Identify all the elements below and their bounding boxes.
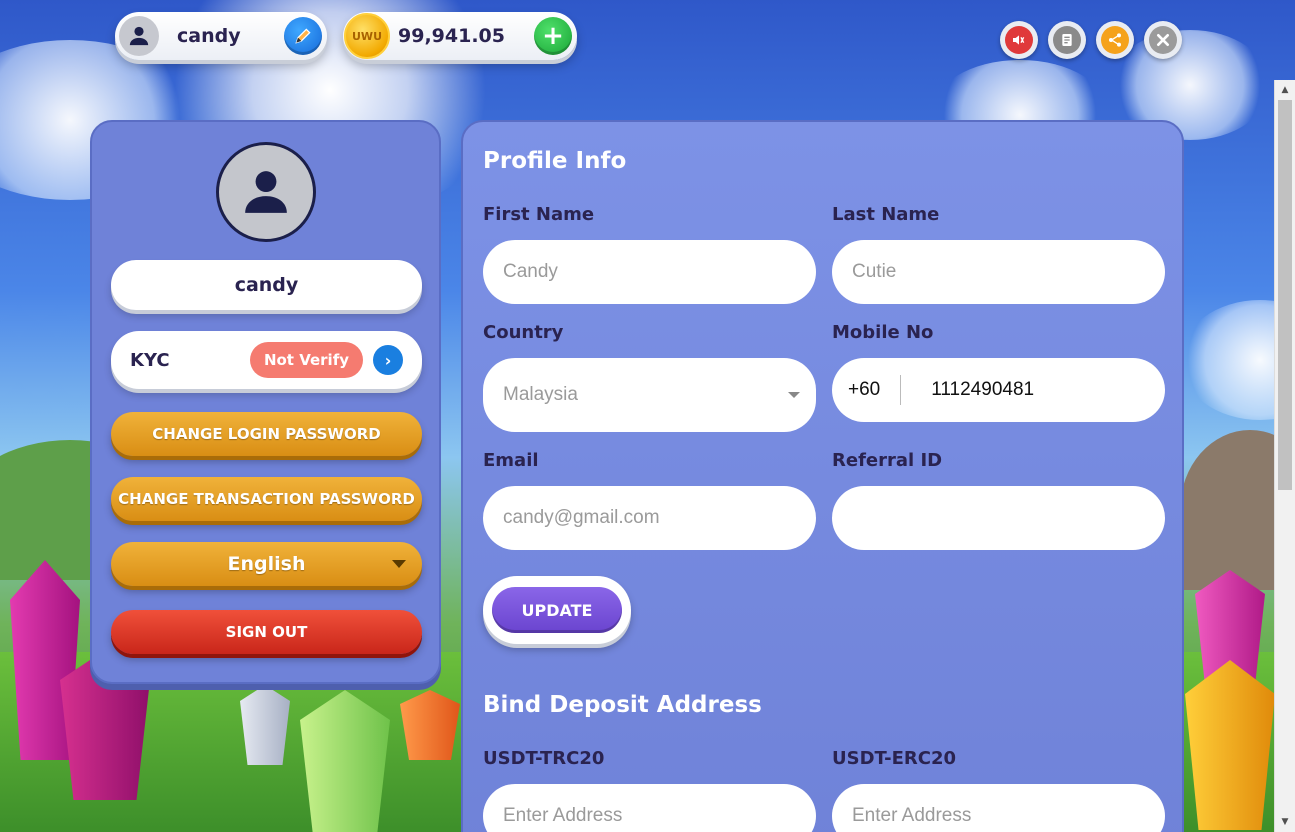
- first-name-label: First Name: [483, 204, 595, 225]
- scroll-up-icon[interactable]: ▲: [1275, 82, 1295, 98]
- trc20-label: USDT-TRC20: [483, 748, 605, 769]
- crystal: [300, 690, 390, 832]
- last-name-placeholder: Cutie: [852, 261, 897, 282]
- mobile-label: Mobile No: [832, 322, 934, 343]
- balance-amount: 99,941.05: [398, 25, 505, 47]
- language-value: English: [227, 553, 306, 575]
- kyc-row[interactable]: KYC Not Verify ›: [111, 331, 422, 389]
- user-pill: candy: [115, 12, 327, 60]
- email-label: Email: [483, 450, 539, 471]
- coin-label: UWU: [352, 29, 382, 43]
- plus-icon: +: [542, 21, 564, 51]
- caret-down-icon: [392, 560, 406, 568]
- trc20-address-field[interactable]: Enter Address: [483, 784, 816, 832]
- last-name-field[interactable]: Cutie: [832, 240, 1165, 304]
- crystal: [400, 690, 460, 760]
- kyc-status-badge: Not Verify: [249, 342, 363, 378]
- volume-icon: [1005, 26, 1033, 54]
- kyc-label: KYC: [130, 349, 170, 371]
- header-username: candy: [177, 25, 241, 47]
- trc20-placeholder: Enter Address: [503, 805, 623, 826]
- erc20-address-field[interactable]: Enter Address: [832, 784, 1165, 832]
- first-name-field[interactable]: Candy: [483, 240, 816, 304]
- mobile-country-code[interactable]: +60: [848, 375, 902, 405]
- share-icon: [1101, 26, 1129, 54]
- chevron-right-icon[interactable]: ›: [373, 345, 403, 375]
- display-name: candy: [111, 260, 422, 310]
- share-button[interactable]: [1096, 21, 1134, 59]
- change-transaction-password-button[interactable]: CHANGE TRANSACTION PASSWORD: [111, 477, 422, 521]
- sign-out-button[interactable]: SIGN OUT: [111, 610, 422, 654]
- referral-label: Referral ID: [832, 450, 943, 471]
- profile-panel: Profile Info First Name Candy Last Name …: [461, 120, 1184, 832]
- close-button[interactable]: [1144, 21, 1182, 59]
- country-value: Malaysia: [503, 384, 578, 405]
- scrollbar-thumb[interactable]: [1278, 100, 1292, 490]
- scroll-down-icon[interactable]: ▼: [1275, 814, 1295, 830]
- country-select[interactable]: Malaysia: [483, 358, 816, 432]
- notes-button[interactable]: [1048, 21, 1086, 59]
- country-label: Country: [483, 322, 564, 343]
- user-avatar-icon: [119, 16, 159, 56]
- update-button-frame: UPDATE: [483, 576, 631, 644]
- profile-avatar-icon[interactable]: [216, 142, 316, 242]
- page-scrollbar[interactable]: ▲ ▼: [1274, 80, 1295, 832]
- mobile-field[interactable]: +60 1112490481: [832, 358, 1165, 422]
- profile-info-title: Profile Info: [483, 148, 627, 174]
- top-icon-bar: [1000, 21, 1182, 59]
- add-funds-button[interactable]: +: [534, 17, 572, 55]
- account-sidebar: candy KYC Not Verify › CHANGE LOGIN PASS…: [90, 120, 441, 684]
- coin-icon: UWU: [344, 13, 390, 59]
- bind-deposit-title: Bind Deposit Address: [483, 692, 762, 718]
- language-select[interactable]: English: [111, 542, 422, 586]
- edit-profile-button[interactable]: [284, 17, 322, 55]
- volume-button[interactable]: [1000, 21, 1038, 59]
- erc20-label: USDT-ERC20: [832, 748, 957, 769]
- mobile-number: 1112490481: [931, 379, 1035, 400]
- update-button[interactable]: UPDATE: [492, 587, 622, 633]
- crystal: [1185, 660, 1275, 830]
- balance-pill: UWU 99,941.05 +: [343, 12, 577, 60]
- change-login-password-button[interactable]: CHANGE LOGIN PASSWORD: [111, 412, 422, 456]
- email-field[interactable]: candy@gmail.com: [483, 486, 816, 550]
- caret-down-icon: [788, 392, 800, 398]
- crystal: [240, 685, 290, 765]
- pencil-icon: [295, 28, 311, 44]
- first-name-placeholder: Candy: [503, 261, 558, 282]
- erc20-placeholder: Enter Address: [852, 805, 972, 826]
- last-name-label: Last Name: [832, 204, 940, 225]
- close-icon: [1149, 26, 1177, 54]
- referral-id-field[interactable]: [832, 486, 1165, 550]
- notes-icon: [1053, 26, 1081, 54]
- email-placeholder: candy@gmail.com: [503, 507, 660, 528]
